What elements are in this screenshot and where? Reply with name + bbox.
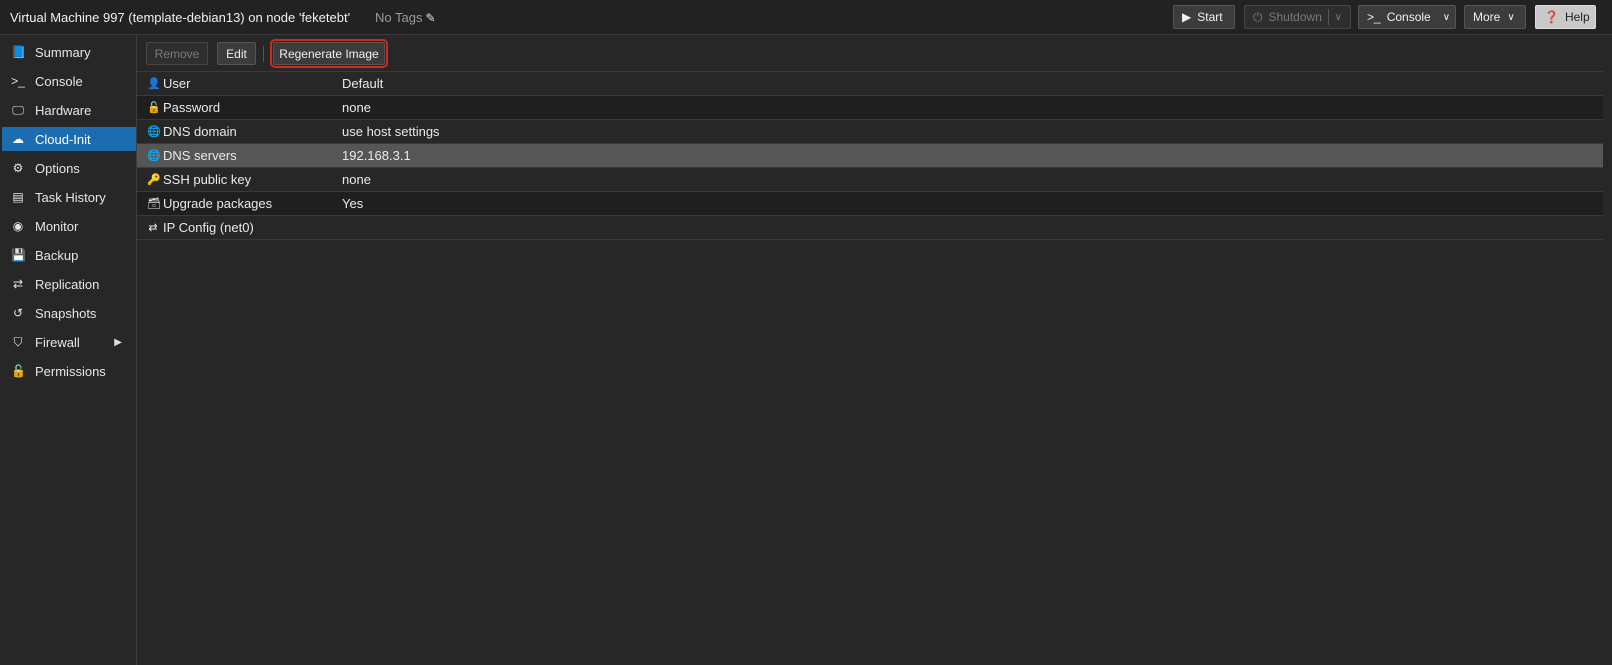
chevron-down-icon[interactable]: ∨ — [1443, 12, 1450, 23]
row-key: DNS domain — [163, 124, 237, 139]
sidebar-item-options[interactable]: ⚙ Options — [2, 156, 136, 180]
cloud-icon: ☁ — [12, 132, 24, 146]
sidebar-item-label: Backup — [35, 247, 79, 263]
tags-label: No Tags — [375, 10, 423, 25]
sidebar-item-console[interactable]: >_ Console — [2, 69, 136, 93]
floppy-icon: 💾 — [11, 248, 26, 262]
sidebar-item-label: Console — [35, 73, 83, 89]
more-label: More — [1473, 10, 1501, 24]
sidebar-item-monitor[interactable]: ◉ Monitor — [2, 214, 136, 238]
row-value: none — [342, 100, 371, 115]
toolbar-separator — [263, 46, 264, 62]
sidebar-item-label: Permissions — [35, 363, 106, 379]
sidebar-item-label: Task History — [35, 189, 106, 205]
globe-icon: 🌐 — [147, 126, 161, 138]
sidebar-item-label: Monitor — [35, 218, 79, 234]
list-icon: ▤ — [12, 190, 24, 204]
caret-right-icon[interactable]: ▶ — [114, 337, 122, 348]
row-value: Yes — [342, 196, 364, 211]
terminal-icon: >_ — [11, 74, 25, 88]
main-panel: Remove Edit Regenerate Image 👤 User Defau… — [137, 35, 1612, 665]
grid-row-user[interactable]: 👤 User Default — [137, 72, 1603, 96]
sidebar-item-hardware[interactable]: 🖵 Hardware — [2, 98, 136, 122]
archive-icon: 🗃 — [147, 198, 161, 210]
row-key: User — [163, 76, 191, 91]
row-value: use host settings — [342, 124, 440, 139]
row-key: Password — [163, 100, 221, 115]
edit-button[interactable]: Edit — [217, 42, 256, 65]
shutdown-label: Shutdown — [1268, 10, 1322, 24]
shutdown-button[interactable]: ⏻ Shutdown ∨ — [1244, 5, 1351, 29]
row-value: none — [342, 172, 371, 187]
globe-icon: 🌐 — [147, 150, 161, 162]
sidebar-item-task-history[interactable]: ▤ Task History — [2, 185, 136, 209]
sidebar-item-label: Snapshots — [35, 305, 97, 321]
console-label: Console — [1386, 10, 1431, 24]
row-value: Default — [342, 76, 384, 91]
question-icon: ❓ — [1544, 10, 1559, 24]
pencil-icon[interactable]: ✎ — [425, 11, 435, 25]
action-toolbar: Remove Edit Regenerate Image — [137, 35, 1603, 72]
console-button[interactable]: >_ Console ∨ — [1358, 5, 1456, 29]
sidebar-item-backup[interactable]: 💾 Backup — [2, 243, 136, 267]
play-icon: ▶ — [1182, 10, 1192, 24]
start-label: Start — [1197, 10, 1223, 24]
shield-icon: ⛉ — [13, 334, 23, 349]
retweet-icon: ⇄ — [12, 277, 24, 291]
remove-button[interactable]: Remove — [146, 42, 208, 65]
desktop-icon: 🖵 — [12, 102, 24, 117]
sidebar-item-label: Replication — [35, 276, 100, 292]
sidebar-item-snapshots[interactable]: ↺ Snapshots — [2, 301, 136, 325]
history-icon: ↺ — [12, 306, 24, 320]
row-value: 192.168.3.1 — [342, 148, 411, 163]
eye-icon: ◉ — [12, 219, 24, 233]
sidebar-item-summary[interactable]: 📘 Summary — [2, 40, 136, 64]
exchange-icon: ⇄ — [148, 222, 158, 234]
power-icon: ⏻ — [1253, 9, 1263, 24]
top-bar: Virtual Machine 997 (template-debian13) … — [0, 0, 1612, 35]
sidebar-item-firewall[interactable]: ⛉ Firewall ▶ — [2, 330, 136, 354]
help-label: Help — [1564, 10, 1590, 24]
tags-area[interactable]: No Tags ✎ — [375, 10, 436, 25]
regenerate-image-button[interactable]: Regenerate Image — [270, 39, 388, 68]
chevron-down-icon[interactable]: ∨ — [1335, 12, 1342, 23]
grid-row-ip-config[interactable]: ⇄ IP Config (net0) — [137, 216, 1603, 240]
row-key: Upgrade packages — [163, 196, 273, 211]
grid-row-dns-domain[interactable]: 🌐 DNS domain use host settings — [137, 120, 1603, 144]
sidebar-item-permissions[interactable]: 🔓 Permissions — [2, 359, 136, 383]
sidebar-item-label: Hardware — [35, 102, 92, 118]
unlock-icon: 🔓 — [147, 102, 161, 114]
sidebar-item-label: Options — [35, 160, 80, 176]
terminal-icon: >_ — [1367, 10, 1381, 24]
sidebar-item-cloud-init[interactable]: ☁ Cloud-Init — [2, 127, 136, 151]
sidebar-item-label: Firewall — [35, 334, 80, 350]
gear-icon: ⚙ — [12, 161, 24, 175]
grid-row-password[interactable]: 🔓 Password none — [137, 96, 1603, 120]
sidebar-item-label: Summary — [35, 44, 91, 60]
unlock-icon: 🔓 — [11, 364, 26, 378]
grid-row-upgrade-packages[interactable]: 🗃 Upgrade packages Yes — [137, 192, 1603, 216]
help-button[interactable]: ❓ Help — [1535, 5, 1596, 29]
start-button[interactable]: ▶ Start — [1173, 5, 1235, 29]
row-key: SSH public key — [163, 172, 252, 187]
grid-row-ssh-public-key[interactable]: 🔑 SSH public key none — [137, 168, 1603, 192]
row-key: DNS servers — [163, 148, 237, 163]
sidebar-item-replication[interactable]: ⇄ Replication — [2, 272, 136, 296]
sidebar-item-label: Cloud-Init — [35, 131, 91, 147]
user-icon: 👤 — [147, 78, 161, 90]
more-button[interactable]: More ∨ — [1464, 5, 1526, 29]
book-icon: 📘 — [11, 45, 26, 59]
grid-row-dns-servers[interactable]: 🌐 DNS servers 192.168.3.1 — [137, 144, 1603, 168]
vm-title: Virtual Machine 997 (template-debian13) … — [10, 10, 351, 25]
sidebar: 📘 Summary >_ Console 🖵 Hardware ☁ Cloud-… — [0, 35, 137, 665]
chevron-down-icon: ∨ — [1507, 11, 1515, 23]
row-key: IP Config (net0) — [163, 220, 254, 235]
key-icon: 🔑 — [147, 174, 161, 186]
